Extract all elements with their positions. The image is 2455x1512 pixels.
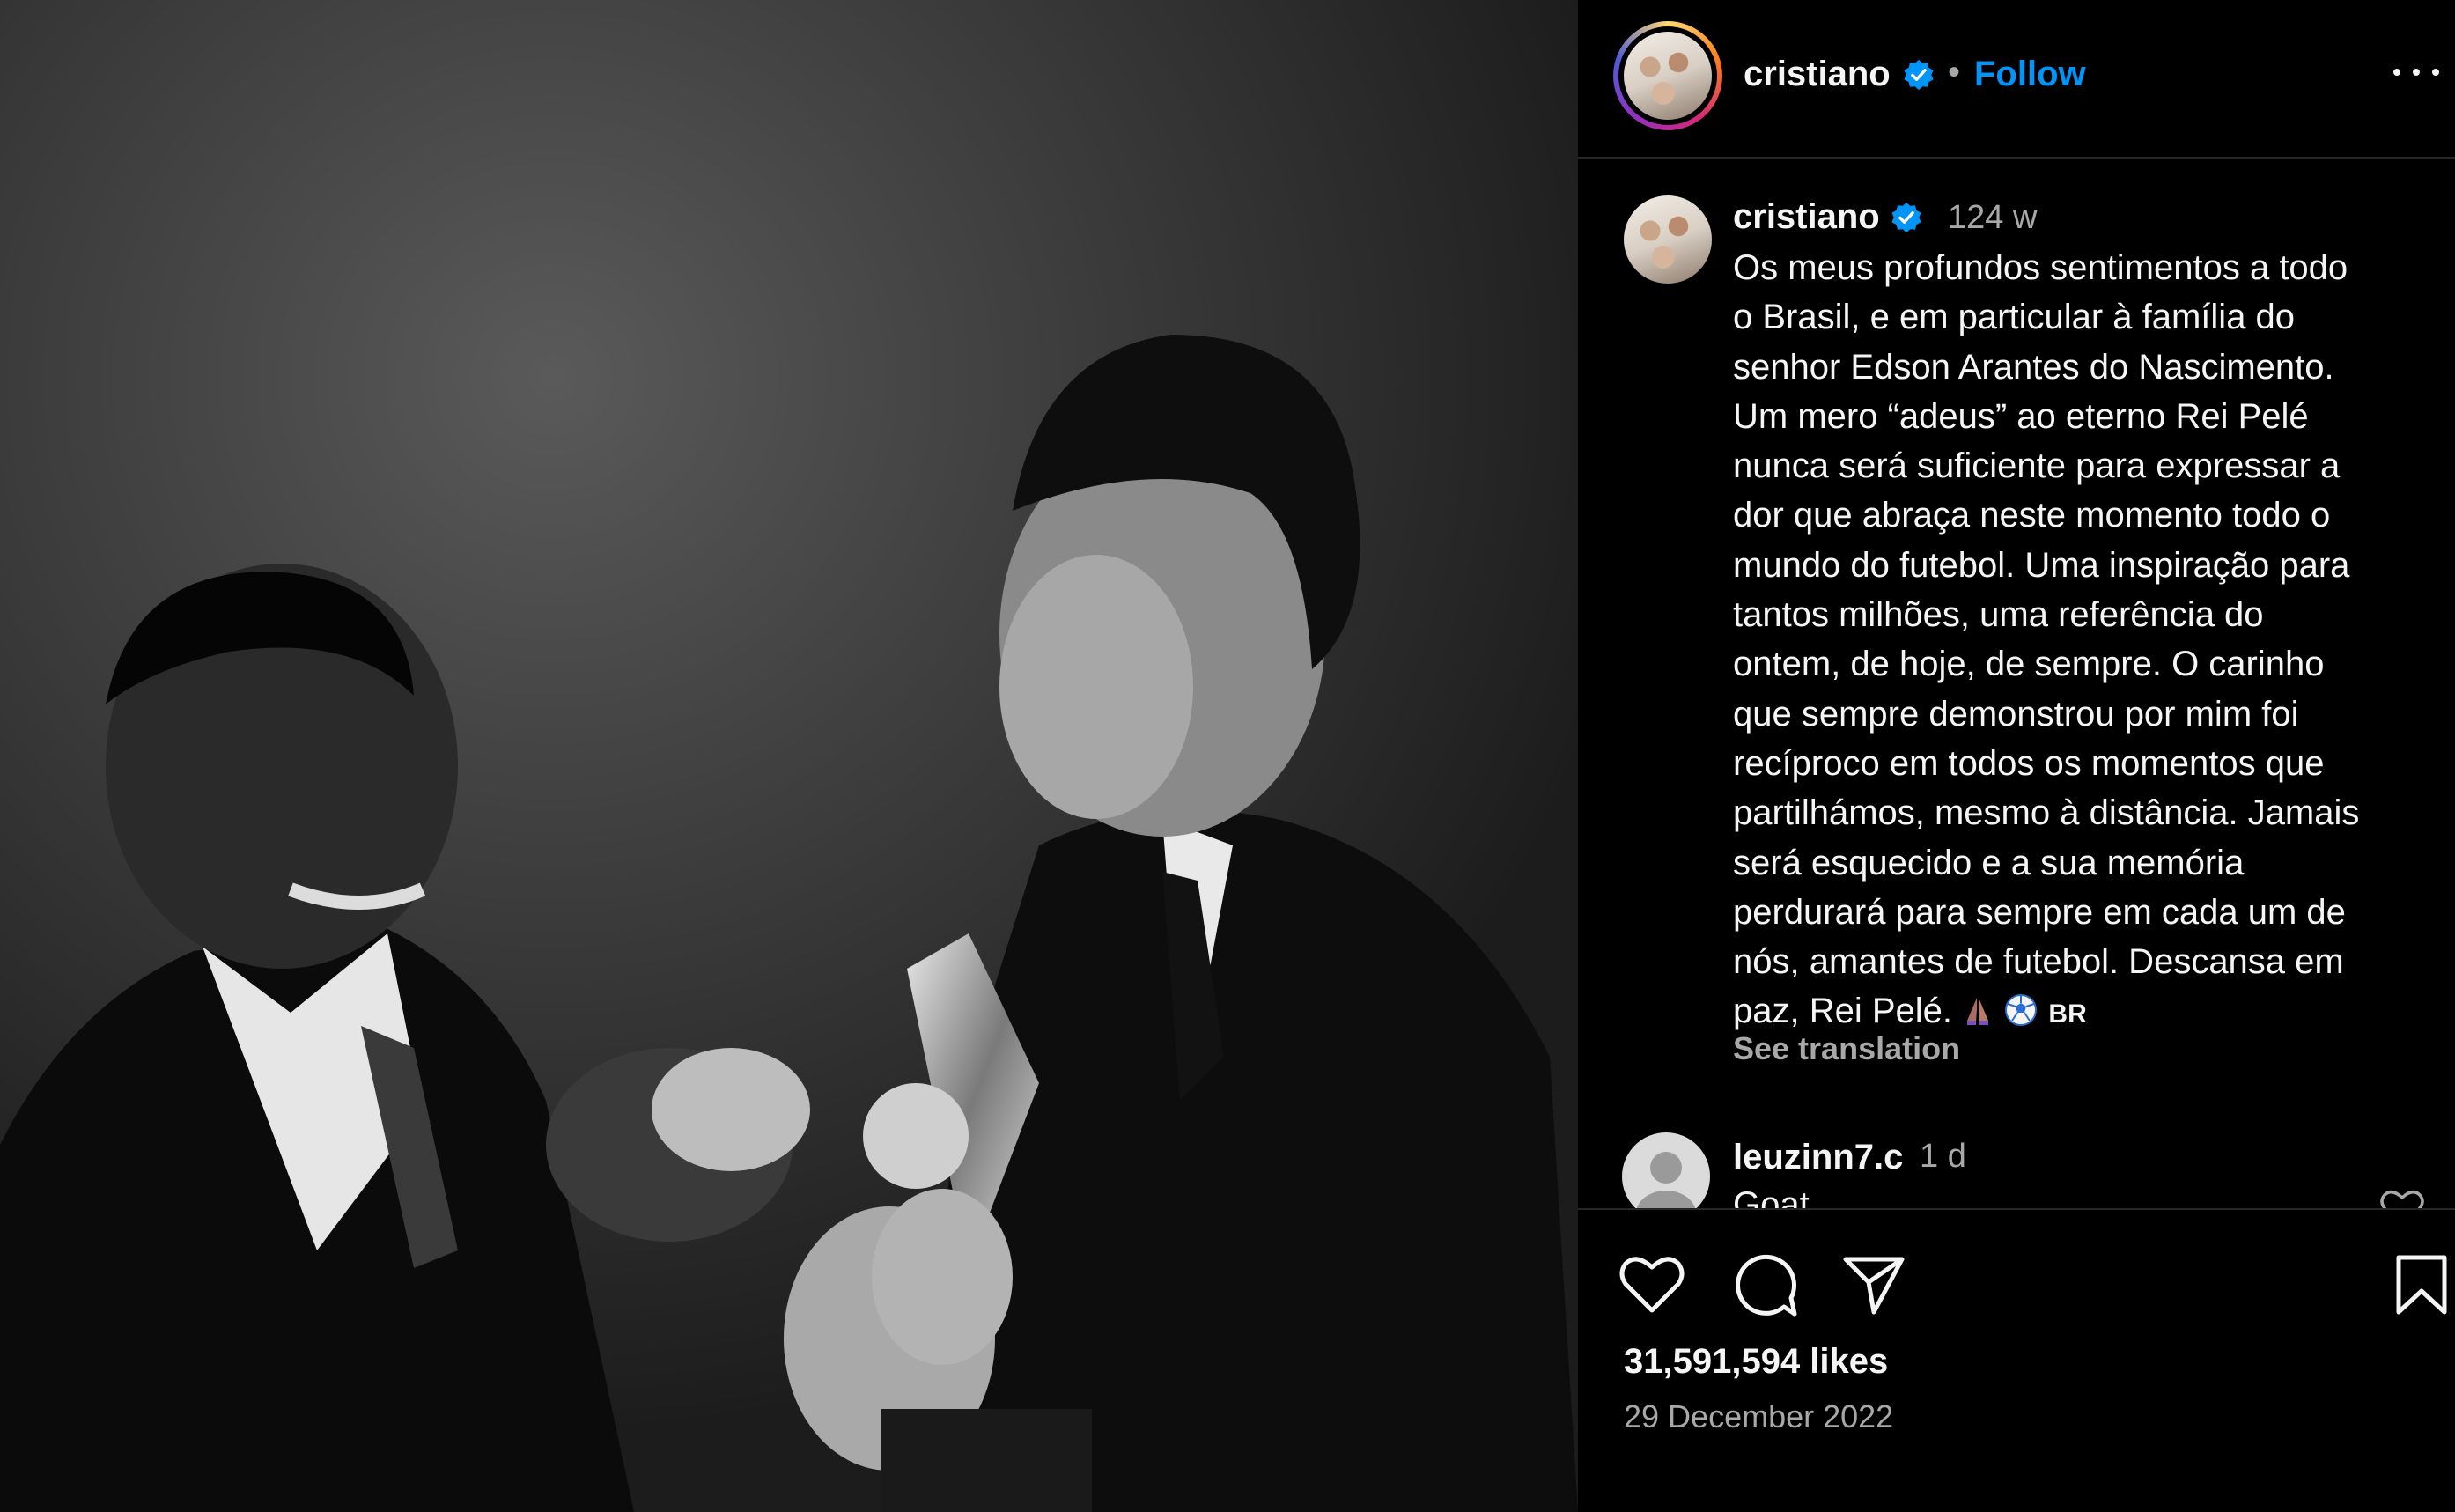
header-username[interactable]: cristiano xyxy=(1744,55,1891,94)
story-ring-avatar[interactable] xyxy=(1613,21,1722,130)
see-translation-link[interactable]: See translation xyxy=(1733,1030,1960,1067)
caption-line: Um mero “adeus” ao eterno Rei Pelé xyxy=(1733,396,2309,436)
avatar[interactable] xyxy=(1624,32,1712,120)
photo-illustration xyxy=(0,0,1578,1512)
caption-line: Os meus profundos sentimentos a todo xyxy=(1733,248,2348,287)
verified-badge-icon xyxy=(1904,59,1934,91)
caption-line: dor que abraça neste momento todo o xyxy=(1733,496,2331,535)
caption-avatar[interactable] xyxy=(1624,195,1712,284)
default-avatar-icon xyxy=(1636,1152,1696,1208)
post-actions: 31,591,594 likes 29 December 2022 xyxy=(1578,1208,2455,1512)
comment-text: Goat xyxy=(1733,1185,1810,1208)
instagram-post-view: cristiano • Follow cristiano 124 w Os me… xyxy=(0,0,2455,1512)
flag-br-emoji: BR xyxy=(2048,999,2087,1029)
caption-line: nós, amantes de futebol. Descansa em xyxy=(1733,942,2344,982)
post-date[interactable]: 29 December 2022 xyxy=(1624,1398,1893,1435)
comment-like-heart-icon[interactable] xyxy=(2379,1187,2425,1208)
caption-line: senhor Edson Arantes do Nascimento. xyxy=(1733,347,2334,387)
comments-list[interactable]: cristiano 124 w Os meus profundos sentim… xyxy=(1578,159,2455,1208)
post-header: cristiano • Follow xyxy=(1578,0,2455,159)
follow-button[interactable]: Follow xyxy=(1974,55,2086,94)
comment-username[interactable]: leuzinn7.c xyxy=(1733,1138,1903,1177)
share-paper-plane-icon[interactable] xyxy=(1842,1254,1906,1316)
caption-line: será esquecido e a sua memória xyxy=(1733,843,2245,882)
caption-text: Os meus profundos sentimentos a todo o B… xyxy=(1733,243,2437,1040)
soccer-ball-emoji-icon xyxy=(2005,994,2038,1027)
comment-bubble-icon[interactable] xyxy=(1733,1252,1798,1317)
caption-line: paz, Rei Pelé. xyxy=(1733,992,1953,1031)
verified-badge-icon xyxy=(1891,202,1921,233)
caption-username[interactable]: cristiano xyxy=(1733,197,1880,237)
caption-line: que sempre demonstrou por mim foi xyxy=(1733,694,2299,734)
like-heart-icon[interactable] xyxy=(1618,1252,1685,1316)
likes-count[interactable]: 31,591,594 likes xyxy=(1624,1342,1888,1382)
caption-line: ontem, de hoje, de sempre. O carinho xyxy=(1733,645,2325,684)
post-side-panel: cristiano • Follow cristiano 124 w Os me… xyxy=(1578,0,2455,1512)
caption-line: nunca será suficiente para expressar a xyxy=(1733,446,2341,486)
caption-line: recíproco em todos os momentos que xyxy=(1733,743,2325,783)
caption-line: o Brasil, e em particular à família do xyxy=(1733,298,2296,337)
caption-line: tantos milhões, uma referência do xyxy=(1733,595,2264,635)
separator-dot: • xyxy=(1948,53,1961,92)
more-options-icon[interactable] xyxy=(2392,55,2444,90)
caption-line: partilhámos, mesmo à distância. Jamais xyxy=(1733,793,2360,833)
caption-timestamp[interactable]: 124 w xyxy=(1948,199,2037,237)
caption-line: mundo do futebol. Uma inspiração para xyxy=(1733,545,2350,585)
comment-timestamp[interactable]: 1 d xyxy=(1920,1138,1966,1176)
comment-avatar[interactable] xyxy=(1622,1132,1710,1208)
save-bookmark-icon[interactable] xyxy=(2395,1254,2448,1316)
post-photo[interactable] xyxy=(0,0,1578,1512)
pray-emoji-icon xyxy=(1967,998,1989,1026)
caption-line: perdurará para sempre em cada um de xyxy=(1733,892,2346,932)
